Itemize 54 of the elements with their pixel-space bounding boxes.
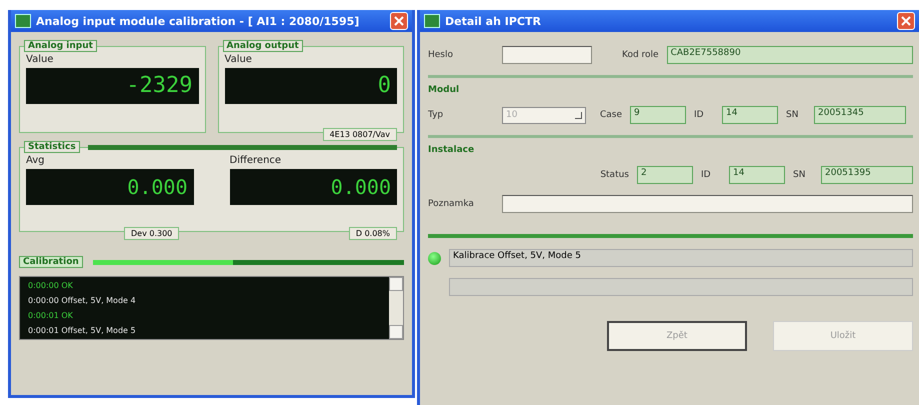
field-label: Case (600, 110, 622, 120)
field-label: SN (793, 170, 806, 180)
group-legend: Analog output (222, 40, 303, 52)
input-field: CAB2E7558890 (666, 46, 913, 64)
scroll-down-button[interactable] (389, 325, 403, 339)
readout-label: Dev 0.300 (124, 227, 180, 240)
field-label: SN (786, 110, 800, 120)
scroll-up-button[interactable] (389, 277, 403, 291)
log-entry: 0:00:01 OK (28, 310, 74, 322)
input-field: 9 (630, 106, 686, 124)
dialog-button[interactable]: Zpět (607, 321, 747, 351)
input-field[interactable] (502, 46, 592, 64)
group-legend: Statistics (24, 141, 80, 153)
group-legend: Analog input (24, 40, 97, 52)
readout-label: 4E13 0807/Vav (322, 128, 397, 141)
field-label: Avg (26, 155, 46, 166)
status-message: Kalibrace Offset, 5V, Mode 5 (449, 249, 913, 267)
input-field: 14 (729, 166, 785, 184)
log-entry: 0:00:01 Offset, 5V, Mode 5 (28, 325, 137, 337)
window-title: Detail ah IPCTR (445, 14, 542, 28)
close-icon (901, 16, 911, 26)
scroll-bar[interactable] (389, 277, 403, 339)
field-label: ID (701, 170, 712, 180)
field-label: ID (694, 110, 705, 120)
section-label: Calibration (19, 256, 83, 268)
input-field: 20051395 (821, 166, 913, 184)
close-button[interactable] (390, 12, 408, 30)
value-display: 0.000 (230, 169, 397, 205)
field-label: Difference (230, 155, 282, 166)
log-entry: 0:00:00 OK (28, 280, 74, 292)
input-field[interactable] (502, 195, 913, 213)
close-button[interactable] (897, 12, 915, 30)
field-label: Heslo (428, 50, 454, 60)
field-label: Status (600, 170, 629, 180)
field-label: Value (26, 54, 54, 65)
field-label: Typ (428, 110, 444, 120)
field-label: Value (224, 54, 253, 65)
value-display: -2329 (26, 68, 198, 104)
input-field: 20051345 (814, 106, 906, 124)
input-field: 14 (722, 106, 778, 124)
window-title: Analog input module calibration - [ AI1 : 2080/1595] (36, 14, 360, 28)
section-heading: Modul (428, 85, 460, 95)
input-field: 2 (637, 166, 693, 184)
app-icon (15, 14, 31, 28)
close-icon (394, 16, 404, 26)
app-icon (424, 14, 440, 28)
log-entry: 0:00:00 Offset, 5V, Mode 4 (28, 295, 137, 307)
section-heading: Instalace (428, 145, 476, 155)
value-display: 0 (224, 68, 397, 104)
dialog-button[interactable]: Uložit (773, 321, 913, 351)
field-label: Poznamka (428, 199, 475, 209)
field-label: Kod role (622, 50, 659, 60)
readout-label: D 0.08% (348, 227, 397, 240)
value-display: 0.000 (26, 169, 194, 205)
